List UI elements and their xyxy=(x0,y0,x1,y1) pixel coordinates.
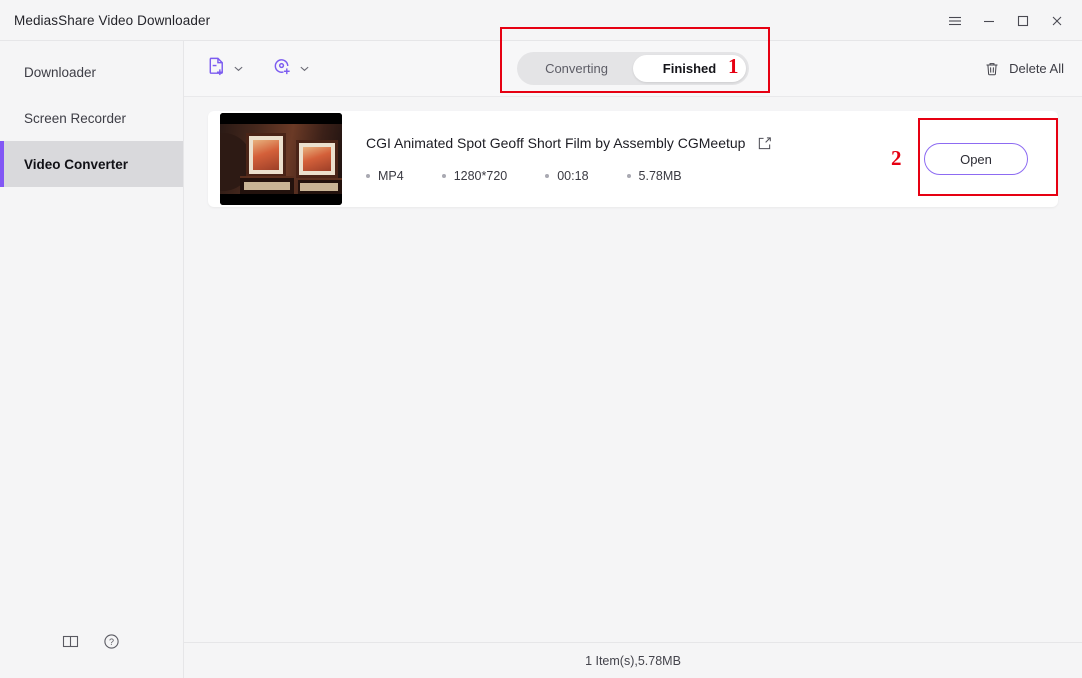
meta-value: MP4 xyxy=(378,169,404,183)
table-row[interactable]: CGI Animated Spot Geoff Short Film by As… xyxy=(208,111,1058,207)
bullet-icon xyxy=(366,174,370,178)
add-file-button[interactable] xyxy=(206,56,244,82)
letterbox-bottom xyxy=(220,194,342,205)
status-tabs: Converting Finished xyxy=(517,52,749,85)
meta-filesize: 5.78MB xyxy=(627,169,682,183)
video-thumbnail[interactable] xyxy=(220,113,342,205)
item-info: CGI Animated Spot Geoff Short Film by As… xyxy=(342,135,924,183)
hamburger-menu-icon[interactable] xyxy=(938,0,972,41)
toolbar: Converting Finished Delete All xyxy=(184,41,1082,97)
tab-converting[interactable]: Converting xyxy=(520,55,633,82)
meta-resolution: 1280*720 xyxy=(442,169,508,183)
status-bar: 1 Item(s),5.78MB xyxy=(184,642,1082,678)
close-icon[interactable] xyxy=(1040,0,1074,41)
app-title: MediasShare Video Downloader xyxy=(14,13,210,28)
sidebar-item-downloader[interactable]: Downloader xyxy=(0,49,183,95)
sidebar-item-label: Screen Recorder xyxy=(24,111,126,126)
tab-finished[interactable]: Finished xyxy=(633,55,746,82)
trash-icon xyxy=(984,61,1000,77)
thumbnail-frame-right xyxy=(296,140,338,178)
title-bar: MediasShare Video Downloader xyxy=(0,0,1082,41)
edit-icon[interactable] xyxy=(757,136,772,151)
item-actions: Open xyxy=(924,143,1046,175)
chevron-down-icon[interactable] xyxy=(299,63,310,74)
sidebar-footer: ? xyxy=(0,604,183,678)
maximize-icon[interactable] xyxy=(1006,0,1040,41)
tabs-container: Converting Finished xyxy=(184,52,1082,85)
meta-value: 00:18 xyxy=(557,169,588,183)
add-file-icon xyxy=(206,56,227,82)
thumbnail-frame-left xyxy=(246,133,286,177)
application-window: MediasShare Video Downloader Downloader xyxy=(0,0,1082,678)
thumbnail-shelf-lid-left xyxy=(244,182,290,190)
meta-duration: 00:18 xyxy=(545,169,588,183)
content-area: CGI Animated Spot Geoff Short Film by As… xyxy=(184,97,1082,642)
svg-text:?: ? xyxy=(109,637,114,647)
window-body: Downloader Screen Recorder Video Convert… xyxy=(0,41,1082,678)
main-panel: Converting Finished Delete All xyxy=(184,41,1082,678)
item-meta-row: MP4 1280*720 00:18 xyxy=(366,169,924,183)
letterbox-top xyxy=(220,113,342,124)
sidebar-nav: Downloader Screen Recorder Video Convert… xyxy=(0,41,183,187)
item-title-row: CGI Animated Spot Geoff Short Film by As… xyxy=(366,135,924,151)
add-disc-icon xyxy=(272,56,293,82)
help-circle-icon[interactable]: ? xyxy=(103,633,120,650)
minimize-icon[interactable] xyxy=(972,0,1006,41)
guide-book-icon[interactable] xyxy=(62,633,79,650)
sidebar-item-label: Video Converter xyxy=(24,157,128,172)
delete-all-label: Delete All xyxy=(1009,61,1064,76)
meta-format: MP4 xyxy=(366,169,404,183)
meta-value: 5.78MB xyxy=(639,169,682,183)
window-controls xyxy=(938,0,1082,41)
open-button[interactable]: Open xyxy=(924,143,1028,175)
toolbar-actions xyxy=(206,56,310,82)
add-disc-button[interactable] xyxy=(272,56,310,82)
status-text: 1 Item(s),5.78MB xyxy=(585,654,681,668)
delete-all-button[interactable]: Delete All xyxy=(984,61,1064,77)
sidebar-item-screen-recorder[interactable]: Screen Recorder xyxy=(0,95,183,141)
thumbnail-shelf-lid-right xyxy=(300,183,338,191)
sidebar-item-video-converter[interactable]: Video Converter xyxy=(0,141,183,187)
sidebar-item-label: Downloader xyxy=(24,65,96,80)
bullet-icon xyxy=(545,174,549,178)
meta-value: 1280*720 xyxy=(454,169,508,183)
sidebar: Downloader Screen Recorder Video Convert… xyxy=(0,41,184,678)
bullet-icon xyxy=(627,174,631,178)
bullet-icon xyxy=(442,174,446,178)
item-title: CGI Animated Spot Geoff Short Film by As… xyxy=(366,135,745,151)
chevron-down-icon[interactable] xyxy=(233,63,244,74)
